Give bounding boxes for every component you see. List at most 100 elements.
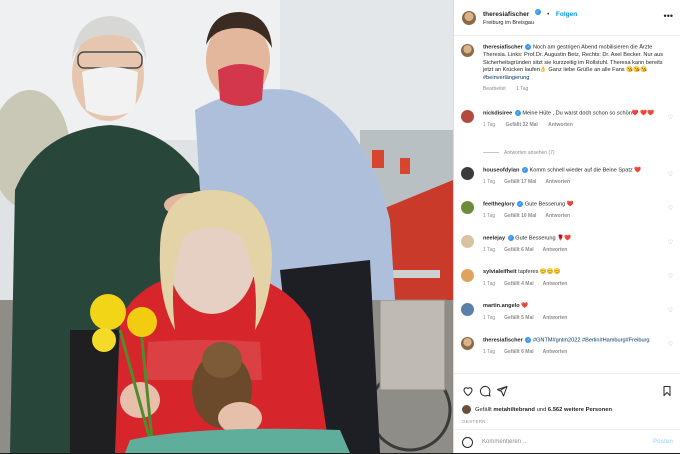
comment-username[interactable]: martin.angelo (483, 303, 520, 309)
comment-likes[interactable]: Gefällt 6 Mal (504, 247, 533, 253)
likes-summary: Gefällt metahiltebrand und 6.562 weitere… (462, 405, 612, 414)
comment-input[interactable] (482, 439, 642, 445)
comment-avatar[interactable] (461, 303, 474, 316)
reply-button[interactable]: Antworten (548, 122, 573, 128)
caption-meta: Bearbeitet 1 Tag (483, 86, 663, 92)
verified-badge-icon: ✓ (525, 337, 532, 343)
comment-username[interactable]: sylvialeifheit (483, 269, 517, 275)
comment-item: nickdisiree ✓ Meine Hüte , Du warst doch… (461, 110, 676, 128)
caption-text: theresiafischer ✓ Noch am gestrigen Aben… (483, 44, 663, 82)
comment-username[interactable]: feelthеglory (483, 201, 515, 207)
verified-badge-icon: ✓ (534, 8, 541, 15)
liker-avatar[interactable] (462, 405, 471, 414)
comment-avatar[interactable] (461, 110, 474, 123)
comment-username[interactable]: nickdisiree (483, 110, 512, 116)
reply-button[interactable]: Antworten (543, 281, 568, 287)
comment-body: Gute Besserung 🌹❤️ (515, 235, 572, 242)
reply-button[interactable]: Antworten (543, 247, 568, 253)
add-comment-bar: Posten (454, 429, 680, 454)
bookmark-icon[interactable] (661, 385, 673, 397)
post-actions: Gefällt metahiltebrand und 6.562 weitere… (454, 373, 680, 453)
verified-badge-icon: ✓ (521, 167, 528, 173)
caption-edited: Bearbeitet (483, 86, 506, 93)
comment-username[interactable]: neelejay (483, 235, 505, 241)
heart-icon[interactable]: ♡ (668, 171, 673, 178)
comment-time: 1 Tag (483, 122, 496, 129)
post-header: theresiafischer ✓ • Folgen Freiburg im B… (454, 0, 680, 36)
post-date: GESTERN (462, 419, 486, 424)
author-username[interactable]: theresiafischer (483, 11, 529, 18)
likes-and: und (536, 406, 547, 413)
comment-time: 1 Tag (483, 314, 496, 321)
reply-button[interactable]: Antworten (543, 315, 568, 321)
post-side-panel: theresiafischer ✓ • Folgen Freiburg im B… (453, 0, 680, 453)
comment-likes[interactable]: Gefällt 6 Mal (504, 349, 533, 355)
comment-item: sylvialeifheit tapferes 😊😊😊 1 Tag Gefällt… (461, 269, 676, 287)
comment-meta: 1 Tag Gefällt 32 Mal Antworten (483, 122, 663, 128)
verified-badge-icon: ✓ (507, 235, 514, 241)
verified-badge-icon: ✓ (517, 201, 524, 207)
share-icon[interactable] (496, 385, 508, 397)
comment-likes[interactable]: Gefällt 17 Mal (504, 179, 536, 185)
reply-button[interactable]: Antworten (543, 349, 568, 355)
heart-icon[interactable]: ♡ (668, 114, 673, 121)
caption-time: 1 Tag (516, 86, 529, 93)
comment-item: theresiafischer ✓ #GNTM#gntm2022 #Berlin… (461, 337, 676, 355)
likes-count[interactable]: 6.562 weitere Personen (548, 407, 612, 413)
comment-username[interactable]: theresiafischer (483, 337, 523, 343)
post-photo[interactable]: adi (0, 0, 453, 453)
heart-icon[interactable]: ♡ (668, 205, 673, 212)
comment-body: Gute Besserung ❤️ (524, 201, 574, 208)
caption-username[interactable]: theresiafischer (483, 44, 523, 50)
comment-body: ❤️ (521, 303, 529, 309)
comment-avatar[interactable] (461, 235, 474, 248)
comment-item: martin.angelo ❤️ 1 Tag Gefällt 5 Mal Antwo… (461, 303, 676, 321)
comment-body: Komm schnell wieder auf die Beine Spatz … (529, 167, 642, 174)
author-meta: theresiafischer ✓ • Folgen Freiburg im B… (483, 7, 577, 28)
liker-username[interactable]: metahiltebrand (493, 407, 535, 413)
more-horizontal-icon[interactable]: ••• (664, 11, 673, 21)
post-photo-illustration: adi (0, 0, 453, 453)
comment-likes[interactable]: Gefällt 4 Mal (504, 281, 533, 287)
author-avatar[interactable] (462, 10, 476, 25)
comment-item: houseofdylan ✓ Komm schnell wieder auf d… (461, 167, 676, 185)
comment-time: 1 Tag (483, 213, 496, 220)
instagram-post-modal: adi theresiafischer ✓ • (0, 0, 680, 453)
heart-icon[interactable]: ♡ (668, 239, 673, 246)
comment-text: nickdisiree ✓ Meine Hüte , Du warst doch… (483, 110, 663, 118)
caption-entry: theresiafischer ✓ Noch am gestrigen Aben… (461, 44, 676, 92)
likes-prefix: Gefällt (475, 406, 492, 413)
comment-avatar[interactable] (461, 269, 474, 282)
view-replies-button[interactable]: Antworten ansehen (7) (483, 150, 555, 156)
comment-avatar[interactable] (461, 167, 474, 180)
emoji-icon[interactable] (462, 436, 473, 448)
verified-badge-icon: ✓ (514, 110, 521, 116)
post-location[interactable]: Freiburg im Breisgau (483, 19, 577, 28)
comment-body[interactable]: #GNTM#gntm2022 #Berlin#Hamburg#Freiburg (533, 337, 650, 343)
heart-icon[interactable] (462, 385, 474, 397)
comment-time: 1 Tag (483, 247, 496, 254)
header-separator: • (547, 11, 550, 18)
comment-username[interactable]: houseofdylan (483, 167, 519, 173)
comment-body: tapferes 😊😊😊 (518, 269, 561, 275)
reply-button[interactable]: Antworten (545, 179, 570, 185)
heart-icon[interactable]: ♡ (668, 341, 673, 348)
comment-likes[interactable]: Gefällt 32 Mal (506, 122, 538, 128)
follow-button[interactable]: Folgen (556, 11, 577, 18)
comment-avatar[interactable] (461, 201, 474, 214)
view-replies-label: Antworten ansehen (7) (504, 150, 555, 156)
comments-scroll-area[interactable]: theresiafischer ✓ Noch am gestrigen Aben… (454, 37, 680, 373)
heart-icon[interactable]: ♡ (668, 307, 673, 314)
comment-item: feelthеglory ✓ Gute Besserung ❤️ 1 Tag Ge… (461, 201, 676, 219)
post-comment-button[interactable]: Posten (653, 439, 673, 445)
comment-avatar[interactable] (461, 337, 474, 350)
caption-avatar[interactable] (461, 44, 474, 57)
heart-icon[interactable]: ♡ (668, 273, 673, 280)
reply-button[interactable]: Antworten (545, 213, 570, 219)
comment-time: 1 Tag (483, 280, 496, 287)
comment-likes[interactable]: Gefällt 10 Mal (504, 213, 536, 219)
comment-time: 1 Tag (483, 349, 496, 356)
caption-hashtag[interactable]: #beinverlängerung (483, 75, 529, 81)
comment-likes[interactable]: Gefällt 5 Mal (504, 315, 533, 321)
comment-icon[interactable] (479, 385, 491, 397)
